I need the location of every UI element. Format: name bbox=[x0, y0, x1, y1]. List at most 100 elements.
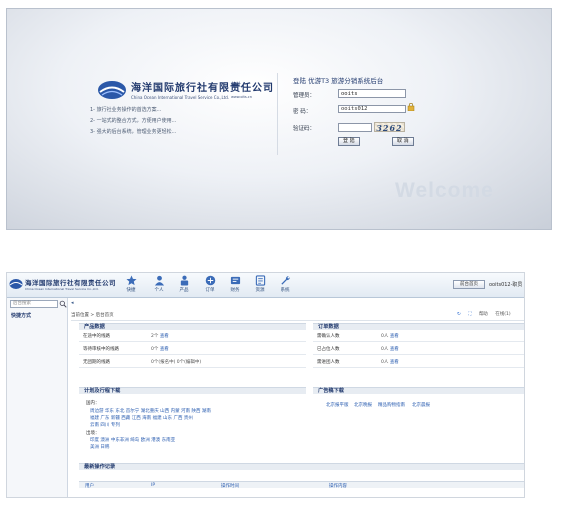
login-form-title: 登陆 优游T3 旅游分销系统后台 bbox=[293, 77, 384, 85]
ads-link-4[interactable]: 北京晨报 bbox=[412, 402, 430, 408]
row-value: 0个(报名中) 0个(编辑中) bbox=[151, 360, 202, 365]
nav-system[interactable]: 系统 bbox=[273, 275, 297, 297]
log-table-header: 用户 IP 操作时间 操作内容 bbox=[79, 481, 524, 489]
domestic-links-row[interactable]: 福建 广东 新疆 西藏 江西 海南 福建 山东 广西 贵州 bbox=[90, 415, 193, 421]
star-icon bbox=[125, 275, 137, 286]
home-button[interactable]: 前台首页 bbox=[453, 280, 485, 289]
row-label: 在途中的线路 bbox=[83, 334, 110, 339]
welcome-watermark: Welcome bbox=[395, 179, 494, 202]
nav-label: 系统 bbox=[280, 288, 290, 293]
column-header: IP bbox=[151, 483, 156, 488]
table-row: 等待审核中的线路 0个 查看 bbox=[79, 344, 306, 355]
lock-icon bbox=[407, 103, 415, 111]
nav-product[interactable]: 产品 bbox=[172, 275, 196, 297]
top-bar: 海洋国际旅行社有限责任公司 China Ocean International … bbox=[7, 273, 524, 298]
domestic-links-row[interactable]: 周边游 华东 东北 首尔宁 湖北重庆 山西 内蒙 河南 陕西 湖南 bbox=[90, 408, 211, 414]
divider bbox=[71, 320, 524, 321]
view-link[interactable]: 查看 bbox=[390, 334, 399, 339]
column-header: 用户 bbox=[85, 484, 94, 489]
slogan-1: 1- 旅行社业务操作的首选方案... bbox=[90, 107, 162, 113]
order-section-header: 订单数据 bbox=[313, 323, 524, 330]
nav-resource[interactable]: 资源 bbox=[248, 275, 272, 297]
slogan-2: 2- 一站式的整合方式，方便用户使用... bbox=[90, 118, 177, 124]
cancel-button[interactable]: 取 消 bbox=[392, 137, 414, 146]
nav-label: 财务 bbox=[230, 288, 240, 293]
refresh-icon[interactable]: ↻ bbox=[457, 312, 461, 317]
row-label: 等待审核中的线路 bbox=[83, 347, 119, 352]
nav-label: 产品 bbox=[179, 288, 189, 293]
row-value: 0人 查看 bbox=[381, 333, 399, 339]
slogan-3: 3- 强大的后台系统，管理业务更轻松... bbox=[90, 129, 177, 135]
nav-personal[interactable]: 个人 bbox=[147, 275, 171, 297]
admin-dashboard: 海洋国际旅行社有限责任公司 China Ocean International … bbox=[6, 272, 525, 498]
row-label: 需确认人数 bbox=[317, 334, 340, 339]
nav-quick[interactable]: 快捷 bbox=[119, 275, 143, 297]
order-icon bbox=[205, 275, 215, 286]
nav-order[interactable]: 订单 bbox=[198, 275, 222, 297]
online-count[interactable]: 在线(1) bbox=[495, 312, 510, 317]
search-icon[interactable] bbox=[59, 300, 67, 308]
row-value-text: 0人 bbox=[381, 347, 389, 352]
company-name-en: China Ocean International Travel Service… bbox=[131, 95, 230, 100]
section-title: 广告稿下载 bbox=[318, 388, 344, 394]
row-label: 已占位人数 bbox=[317, 347, 340, 352]
view-link[interactable]: 查看 bbox=[390, 347, 399, 352]
divider bbox=[277, 73, 278, 155]
outbound-links-row[interactable]: 印度 澳洲 中东非洲 绮岛 欧洲 港澳 东南亚 bbox=[90, 437, 175, 443]
row-value: 0人 查看 bbox=[381, 346, 399, 352]
view-link[interactable]: 查看 bbox=[390, 360, 399, 365]
table-row: 已占位人数 0人 查看 bbox=[313, 344, 524, 355]
row-label: 需进团人数 bbox=[317, 360, 340, 365]
table-row: 需进团人数 0人 查看 bbox=[313, 357, 524, 368]
fullscreen-icon[interactable]: ⛶ bbox=[468, 312, 471, 317]
section-title: 订单数据 bbox=[318, 324, 339, 330]
table-row: 无团期的线路 0个(报名中) 0个(编辑中) bbox=[79, 357, 306, 368]
itinerary-section-header: 计划及行程下载 bbox=[79, 387, 306, 394]
product-icon bbox=[180, 275, 188, 286]
log-section-header: 最新操作记录 bbox=[79, 463, 524, 470]
outbound-label: 出境： bbox=[86, 431, 100, 436]
row-value: 2个 查看 bbox=[151, 333, 169, 339]
login-button[interactable]: 登 陆 bbox=[338, 137, 360, 146]
toolbar: ↻ ⛶ 帮助 在线(1) bbox=[457, 311, 517, 317]
current-user[interactable]: ooits012-职员 bbox=[489, 281, 522, 288]
company-name-cn: 海洋国际旅行社有限责任公司 bbox=[131, 83, 274, 94]
collapse-arrow-icon[interactable]: ◂ bbox=[71, 300, 74, 306]
header-company-cn: 海洋国际旅行社有限责任公司 bbox=[25, 279, 116, 287]
domestic-label: 国内： bbox=[86, 401, 100, 406]
ads-link-3[interactable]: 精品购物指南 bbox=[378, 402, 405, 408]
row-value-text: 2个 bbox=[151, 334, 159, 339]
username-input[interactable] bbox=[338, 89, 406, 98]
company-url: www.oits.cn bbox=[231, 95, 252, 99]
captcha-input[interactable] bbox=[338, 123, 372, 132]
autocomplete-suggestion[interactable]: ooits012 bbox=[338, 105, 406, 113]
sidebar-item-quick[interactable]: 快捷方式 bbox=[11, 312, 31, 319]
password-label: 密 码： bbox=[293, 109, 312, 115]
captcha-image[interactable]: 3262 bbox=[374, 122, 405, 133]
breadcrumb: 当前位置 > 后台首页 bbox=[71, 313, 114, 318]
ads-link-1[interactable]: 北京报平版 bbox=[326, 402, 349, 408]
domestic-links-row[interactable]: 云南 四川 专列 bbox=[90, 422, 120, 428]
sidebar-search-input[interactable]: 后台搜索 bbox=[10, 300, 58, 308]
view-link[interactable]: 查看 bbox=[160, 347, 169, 352]
ads-section-header: 广告稿下载 bbox=[313, 387, 524, 394]
ads-link-2[interactable]: 北京晚报 bbox=[354, 402, 372, 408]
row-value-text: 0人 bbox=[381, 334, 389, 339]
wrench-icon bbox=[280, 276, 290, 285]
header-company-en: China Ocean International Travel Service… bbox=[25, 287, 99, 291]
outbound-links-row[interactable]: 美洲 日韩 bbox=[90, 444, 109, 450]
view-link[interactable]: 查看 bbox=[160, 334, 169, 339]
logo-emblem-icon bbox=[9, 279, 23, 289]
section-title: 产品数据 bbox=[84, 324, 105, 330]
nav-label: 订单 bbox=[205, 288, 215, 293]
section-title: 计划及行程下载 bbox=[84, 388, 121, 394]
nav-label: 资源 bbox=[255, 288, 265, 293]
nav-label: 快捷 bbox=[126, 288, 136, 293]
row-value: 0人 查看 bbox=[381, 359, 399, 365]
company-tag: 总社 bbox=[231, 82, 242, 88]
product-section-header: 产品数据 bbox=[79, 323, 306, 330]
logo-emblem-icon bbox=[98, 81, 126, 99]
help-link[interactable]: 帮助 bbox=[479, 312, 488, 317]
nav-finance[interactable]: 财务 bbox=[223, 275, 247, 297]
table-row: 在途中的线路 2个 查看 bbox=[79, 331, 306, 342]
